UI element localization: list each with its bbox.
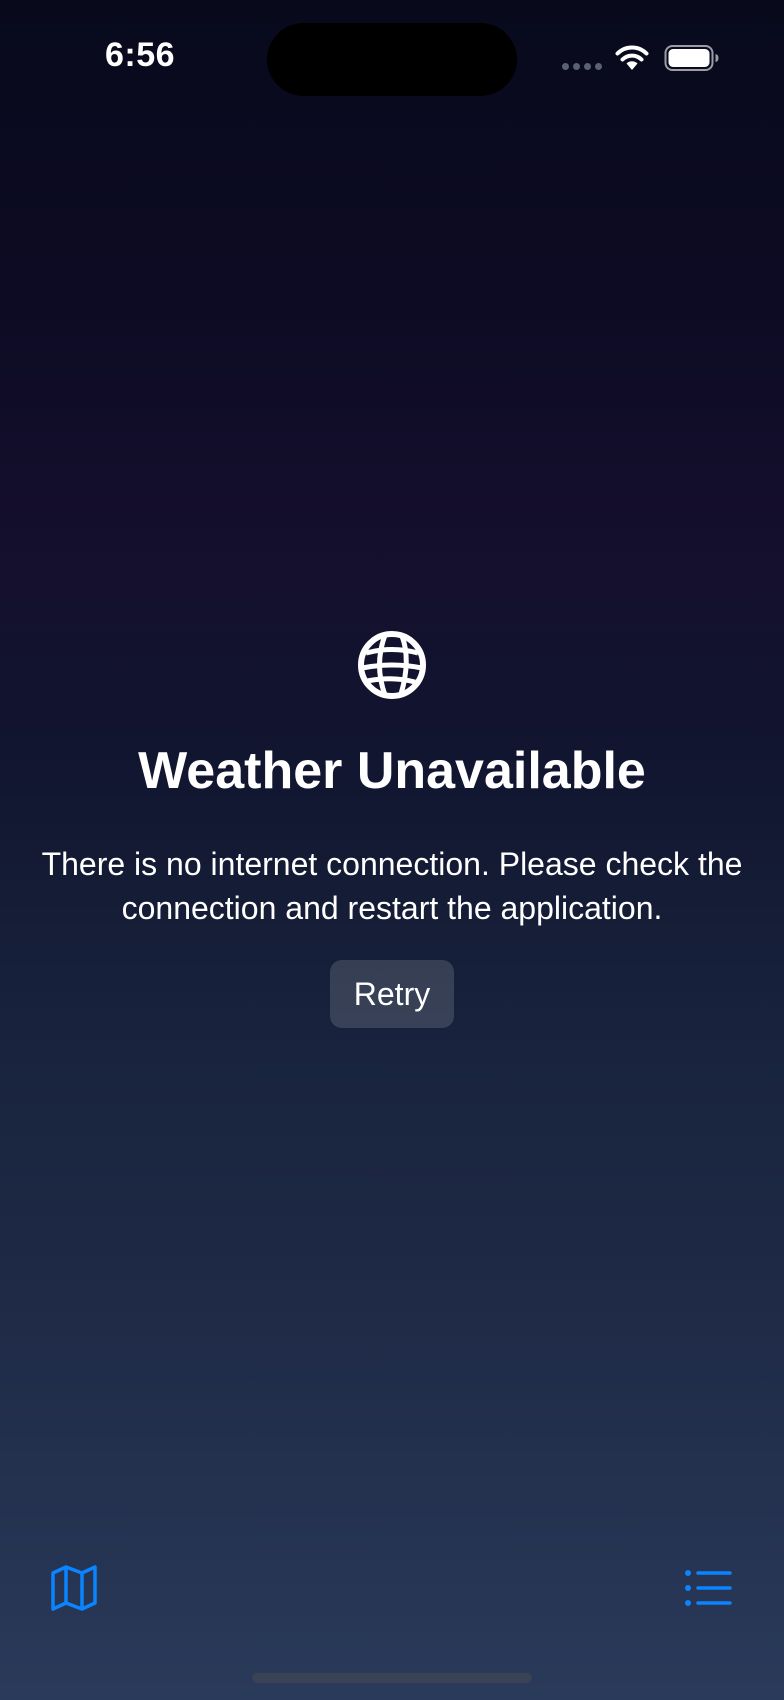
error-message: There is no internet connection. Please … xyxy=(41,846,743,926)
cellular-signal-icon xyxy=(562,63,602,70)
error-title: Weather Unavailable xyxy=(138,742,646,800)
status-time: 6:56 xyxy=(105,36,176,74)
app-screen: 6:56 Weather Unavailable There is no int… xyxy=(0,0,784,1700)
wifi-icon xyxy=(615,45,649,70)
error-state: Weather Unavailable There is no internet… xyxy=(0,630,784,1028)
retry-button[interactable]: Retry xyxy=(329,960,455,1028)
dynamic-island xyxy=(267,23,517,96)
globe-icon xyxy=(358,631,426,699)
home-indicator xyxy=(252,1673,532,1683)
status-bar: 6:56 xyxy=(0,0,784,120)
map-icon[interactable] xyxy=(50,1564,98,1612)
battery-icon xyxy=(664,45,719,71)
list-icon[interactable] xyxy=(684,1568,732,1608)
